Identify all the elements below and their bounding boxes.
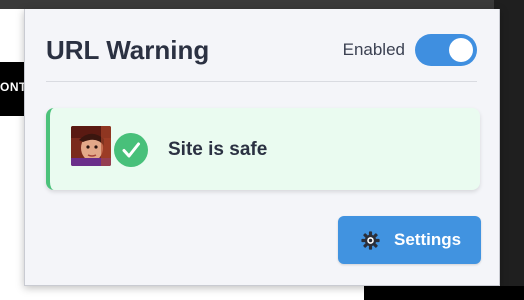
popup-header: URL Warning Enabled	[46, 33, 477, 73]
screen: ONT URL Warning Enabled Site is safe Set…	[0, 0, 524, 300]
enabled-label: Enabled	[342, 40, 405, 59]
gear-icon	[361, 231, 380, 250]
browser-top-strip	[0, 0, 524, 9]
check-circle-icon	[114, 133, 148, 167]
popup-title: URL Warning	[46, 35, 210, 65]
status-text: Site is safe	[168, 139, 268, 160]
enabled-toggle[interactable]	[415, 34, 477, 66]
settings-label: Settings	[394, 230, 462, 249]
background-page-text: ONT	[0, 80, 26, 94]
status-card: Site is safe	[46, 108, 480, 190]
header-divider	[46, 81, 477, 82]
extension-popup: URL Warning Enabled Site is safe Setting…	[24, 9, 500, 286]
background-page-footer	[364, 286, 524, 300]
avatar	[71, 126, 111, 166]
settings-button[interactable]: Settings	[338, 216, 481, 264]
toggle-knob	[449, 38, 473, 62]
background-page-band: ONT	[0, 62, 26, 116]
